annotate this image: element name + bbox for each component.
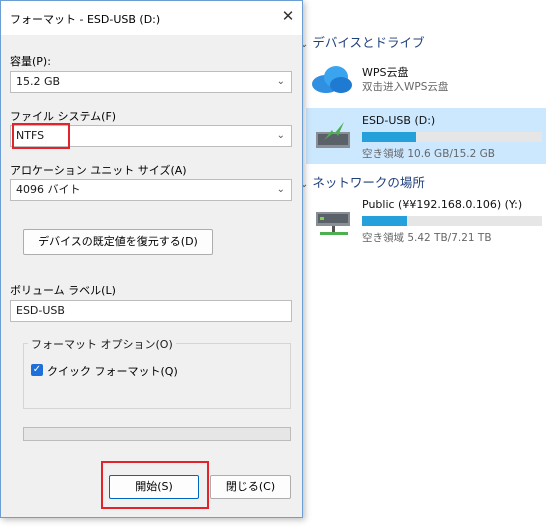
drive-sub: 空き領域 10.6 GB/15.2 GB (362, 148, 495, 160)
restore-defaults-button[interactable]: デバイスの既定値を復元する(D) (23, 229, 213, 255)
close-icon[interactable]: ✕ (279, 7, 297, 25)
chevron-down-icon: ⌄ (276, 184, 285, 195)
capacity-value: 15.2 GB (16, 75, 61, 88)
network-drive-icon (316, 212, 350, 235)
volume-label-label: ボリューム ラベル(L) (10, 284, 116, 297)
drive-sub: 双击进入WPS云盘 (362, 81, 449, 93)
highlight-box-filesystem (12, 123, 70, 149)
format-options-title: フォーマット オプション(O) (28, 336, 176, 352)
drive-name: Public (¥¥192.168.0.106) (Y:) (362, 198, 523, 211)
format-progress-bar (23, 427, 291, 441)
drive-usage-fill (362, 132, 416, 142)
fs-label: ファイル システム(F) (10, 110, 117, 123)
alloc-unit-value: 4096 バイト (16, 183, 81, 196)
capacity-label: 容量(P): (10, 55, 51, 68)
drive-usage-bar (362, 132, 542, 142)
capacity-select[interactable]: 15.2 GB ⌄ (10, 71, 292, 93)
usb-drive-icon (316, 122, 350, 148)
drive-item-public[interactable]: Public (¥¥192.168.0.106) (Y:) 空き領域 5.42 … (306, 194, 546, 250)
dialog-title: フォーマット - ESD-USB (D:) (10, 13, 161, 26)
drive-name: ESD-USB (D:) (362, 114, 436, 127)
drive-usage-fill (362, 216, 407, 226)
quick-format-label[interactable]: クイック フォーマット(Q) (47, 363, 178, 379)
volume-label-value: ESD-USB (16, 304, 65, 317)
drive-name: WPS云盘 (362, 66, 409, 79)
close-button[interactable]: 閉じる(C) (210, 475, 291, 499)
drive-usage-bar (362, 216, 542, 226)
alloc-label: アロケーション ユニット サイズ(A) (10, 164, 187, 177)
drive-item-wps[interactable]: WPS云盘 双击进入WPS云盘 (310, 58, 546, 102)
quick-format-checkbox[interactable]: ✓ (31, 364, 43, 376)
chevron-down-icon: ⌄ (276, 76, 285, 87)
dialog-titlebar: フォーマット - ESD-USB (D:) ✕ (1, 1, 302, 35)
drive-sub: 空き領域 5.42 TB/7.21 TB (362, 232, 492, 244)
chevron-down-icon: ⌄ (276, 130, 285, 141)
devices-header[interactable]: ⌄ デバイスとドライブ (300, 32, 425, 51)
start-button[interactable]: 開始(S) (109, 475, 199, 499)
drive-item-esd-usb[interactable]: ESD-USB (D:) 空き領域 10.6 GB/15.2 GB (306, 108, 546, 164)
alloc-unit-select[interactable]: 4096 バイト ⌄ (10, 179, 292, 201)
format-dialog: フォーマット - ESD-USB (D:) ✕ 容量(P): 15.2 GB ⌄… (0, 0, 303, 518)
network-header[interactable]: ⌄ ネットワークの場所 (300, 172, 425, 191)
cloud-icon (312, 66, 352, 93)
volume-label-input[interactable]: ESD-USB (10, 300, 292, 322)
